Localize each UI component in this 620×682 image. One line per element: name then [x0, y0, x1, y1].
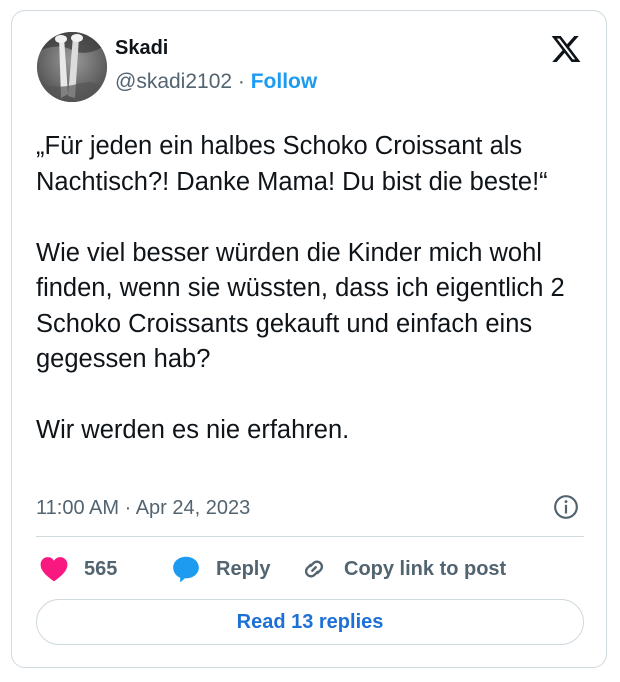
follow-button[interactable]: Follow [251, 70, 318, 93]
author-handle[interactable]: @skadi2102 [115, 70, 232, 93]
action-bar: 565 Reply Copy link to post [36, 551, 584, 587]
copy-link-button[interactable]: Copy link to post [300, 551, 506, 587]
copy-link-label: Copy link to post [344, 557, 507, 580]
reply-bubble-icon [173, 556, 199, 583]
author-name[interactable]: Skadi [115, 37, 168, 60]
handle-separator: · [232, 70, 251, 93]
x-logo-icon[interactable] [550, 33, 582, 65]
read-replies-button[interactable]: Read 13 replies [36, 599, 584, 645]
link-icon [304, 560, 324, 578]
info-icon[interactable] [553, 494, 579, 520]
tweet-card: Skadi @skadi2102 · Follow „Für jeden ein… [11, 10, 607, 668]
reply-button[interactable]: Reply [172, 551, 270, 587]
handle-row: @skadi2102 · Follow [115, 70, 317, 94]
avatar[interactable] [37, 32, 107, 102]
tweet-timestamp[interactable]: 11:00 AM · Apr 24, 2023 [36, 497, 250, 520]
reply-label: Reply [216, 557, 271, 580]
tweet-text: „Für jeden ein halbes Schoko Croissant a… [36, 132, 565, 444]
like-button[interactable]: 565 [40, 551, 117, 587]
heart-icon [40, 557, 68, 582]
divider [36, 536, 584, 537]
like-count: 565 [84, 557, 118, 580]
